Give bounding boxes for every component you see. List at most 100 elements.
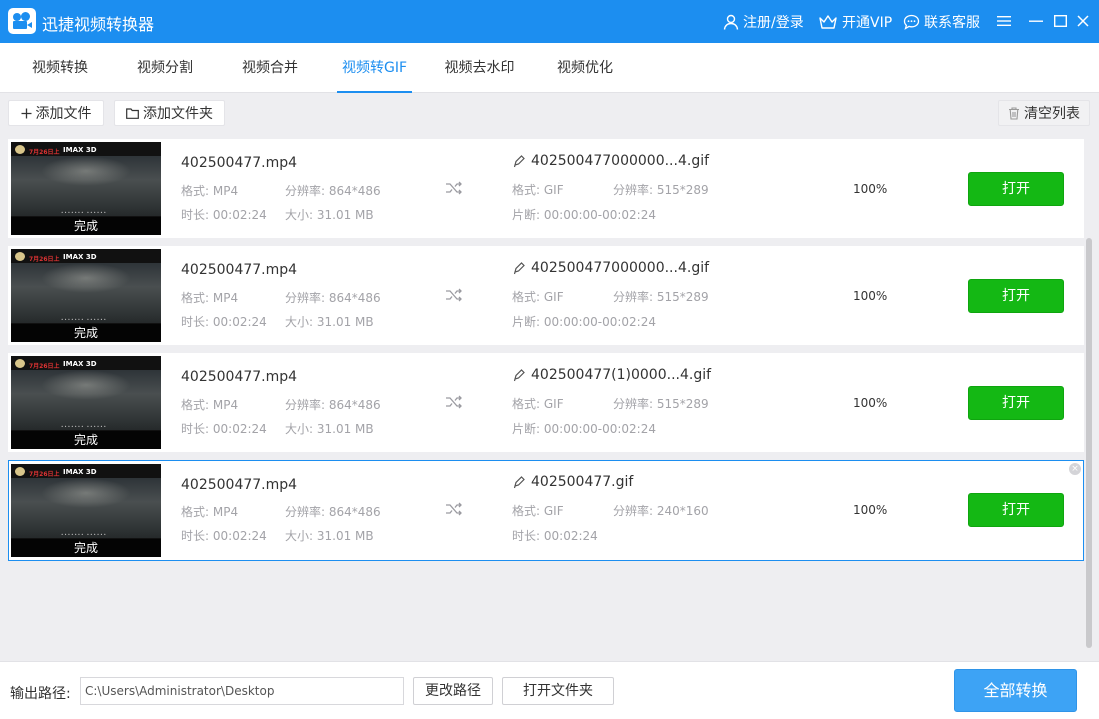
minimize-button[interactable] [1027,11,1045,31]
list-scrollbar[interactable] [1086,238,1092,648]
progress-percent: 100% [853,289,888,303]
output-format: GIF [543,290,564,304]
trash-icon [1009,106,1019,120]
format-label: 格式: [181,291,210,305]
tab-video-convert[interactable]: 视频转换 [30,43,90,93]
output-name-text: 402500477000000...4.gif [531,260,710,276]
output-format: GIF [543,504,564,518]
size-label: 大小: [285,208,314,222]
app-logo-icon [8,8,36,34]
file-list-item[interactable]: 7月26日上 IMAX 3D ••••••• •••••• 完成 4025004… [8,246,1084,345]
output-file-name[interactable]: 402500477(1)0000...4.gif [513,367,711,383]
progress-percent: 100% [853,396,888,410]
progress-percent: 100% [853,182,888,196]
menu-icon [997,16,1011,26]
remove-item-icon[interactable]: × [1069,463,1081,475]
output-resolution: 240*160 [656,504,709,518]
service-label: 联系客服 [924,15,980,31]
tab-video-split[interactable]: 视频分割 [135,43,195,93]
convert-arrow-icon [446,181,462,195]
vip-label: 开通VIP [842,15,893,31]
footer-bar: 输出路径: 更改路径 打开文件夹 全部转换 [0,661,1099,719]
file-list-item[interactable]: 7月26日上 IMAX 3D ••••••• •••••• 完成 4025004… [8,353,1084,452]
resolution-label: 分辨率: [613,397,654,411]
maximize-button[interactable] [1051,11,1069,31]
menu-button[interactable] [995,11,1013,31]
add-folder-button[interactable]: 添加文件夹 [114,100,225,126]
open-button[interactable]: 打开 [968,279,1064,313]
file-list-item[interactable]: 7月26日上 IMAX 3D ••••••• •••••• 完成 4025004… [8,139,1084,238]
resolution-label: 分辨率: [285,291,326,305]
source-format: MP4 [212,398,239,412]
studio-logo-icon [15,252,25,261]
source-resolution: 864*486 [328,398,381,412]
output-resolution: 515*289 [656,397,709,411]
video-thumbnail: 7月26日上 IMAX 3D ••••••• •••••• 完成 [11,356,161,449]
output-file-name[interactable]: 402500477000000...4.gif [513,260,709,276]
edit-pencil-icon[interactable] [513,154,525,168]
edit-pencil-icon[interactable] [513,475,525,489]
file-list-item[interactable]: 7月26日上 IMAX 3D ••••••• •••••• 完成 4025004… [8,460,1084,561]
open-button[interactable]: 打开 [968,172,1064,206]
tab-video-optimize[interactable]: 视频优化 [555,43,615,93]
resolution-label: 分辨率: [285,505,326,519]
resolution-label: 分辨率: [613,504,654,518]
output-segment: 00:00:00-00:02:24 [543,315,656,329]
chat-icon [903,14,920,30]
output-name-text: 402500477000000...4.gif [531,153,710,169]
output-segment: 00:00:00-00:02:24 [543,208,656,222]
source-file-name: 402500477.mp4 [181,369,298,385]
format-label: 格式: [512,504,541,518]
source-duration: 00:02:24 [212,208,267,222]
source-size: 31.01 MB [316,422,374,436]
add-file-label: 添加文件 [35,106,92,122]
output-path-input[interactable] [80,677,404,705]
duration-label: 时长: [181,422,210,436]
source-file-name: 402500477.mp4 [181,477,298,493]
tab-video-merge[interactable]: 视频合并 [240,43,300,93]
clear-list-label: 清空列表 [1024,106,1080,122]
tab-video-to-gif[interactable]: 视频转GIF [337,43,412,93]
convert-all-button[interactable]: 全部转换 [954,669,1077,712]
app-title: 迅捷视频转换器 [42,15,155,34]
source-file-name: 402500477.mp4 [181,262,298,278]
output-format: GIF [543,397,564,411]
close-button[interactable] [1074,11,1092,31]
tab-remove-watermark[interactable]: 视频去水印 [443,43,516,93]
output-duration: 00:02:24 [543,529,598,543]
source-resolution: 864*486 [328,505,381,519]
edit-pencil-icon[interactable] [513,261,525,275]
source-file-name: 402500477.mp4 [181,155,298,171]
video-thumbnail: 7月26日上 IMAX 3D ••••••• •••••• 完成 [11,249,161,342]
title-bar: 迅捷视频转换器 注册/登录 开通VIP 联系客服 [0,0,1099,43]
source-format: MP4 [212,291,239,305]
open-button[interactable]: 打开 [968,386,1064,420]
format-label: 格式: [181,184,210,198]
open-folder-button[interactable]: 打开文件夹 [502,677,614,705]
login-link[interactable]: 注册/登录 [723,12,804,32]
source-size: 31.01 MB [316,208,374,222]
output-file-name[interactable]: 402500477000000...4.gif [513,153,709,169]
add-file-button[interactable]: 添加文件 [8,100,104,126]
change-path-button[interactable]: 更改路径 [413,677,493,705]
output-file-name[interactable]: 402500477.gif [513,474,633,490]
clear-list-button[interactable]: 清空列表 [998,100,1090,126]
format-label: 格式: [181,398,210,412]
output-name-text: 402500477.gif [531,474,634,490]
output-segment: 00:00:00-00:02:24 [543,422,656,436]
output-format: GIF [543,183,564,197]
folder-icon [126,107,139,119]
source-duration: 00:02:24 [212,422,267,436]
edit-pencil-icon[interactable] [513,368,525,382]
open-button[interactable]: 打开 [968,493,1064,527]
duration-label: 时长: [512,529,541,543]
segment-label: 片断: [512,208,541,222]
studio-logo-icon [15,145,25,154]
vip-link[interactable]: 开通VIP [818,12,892,32]
duration-label: 时长: [181,208,210,222]
source-size: 31.01 MB [316,529,374,543]
maximize-icon [1053,15,1067,27]
thumbnail-date-text: 7月26日上 [29,256,60,263]
size-label: 大小: [285,529,314,543]
customer-service-link[interactable]: 联系客服 [903,12,980,32]
